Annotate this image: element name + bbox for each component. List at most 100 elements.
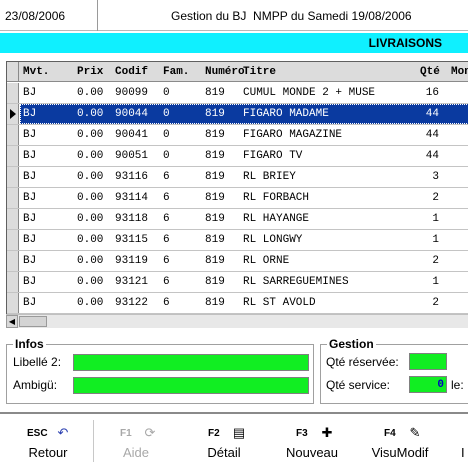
- row-indicator[interactable]: [7, 188, 19, 208]
- column-header-prix[interactable]: Prix: [77, 66, 103, 78]
- retour-label: Retour: [28, 445, 68, 460]
- column-header-mon[interactable]: Mon: [451, 66, 468, 78]
- cell-codif: 93116: [115, 171, 149, 183]
- next-toolbar-button[interactable]: I: [445, 414, 468, 467]
- cell-titre: RL BRIEY: [243, 171, 296, 183]
- cell-prix: 0.00: [77, 276, 104, 288]
- table-row[interactable]: BJ 0.00 93115 6 819 RL LONGWY 1: [7, 230, 468, 251]
- cell-num: 819: [205, 108, 225, 120]
- cell-titre: FIGARO MAGAZINE: [243, 129, 343, 141]
- cell-num: 819: [205, 276, 225, 288]
- table-row[interactable]: BJ 0.00 90041 0 819 FIGARO MAGAZINE 44: [7, 125, 468, 146]
- cell-qte: 1: [432, 276, 439, 288]
- current-row-arrow-icon: [10, 109, 16, 119]
- cell-titre: RL LONGWY: [243, 234, 303, 246]
- cell-num: 819: [205, 129, 225, 141]
- qte-reservee-field[interactable]: [409, 353, 447, 370]
- retour-button[interactable]: ESC ↶ Retour: [5, 414, 91, 467]
- ambigu-field[interactable]: [73, 377, 309, 394]
- cell-qte: 3: [432, 171, 439, 183]
- cell-qte: 2: [432, 297, 439, 309]
- row-indicator[interactable]: [7, 125, 19, 145]
- deliveries-grid[interactable]: Mvt. Prix Codif Fam. Numéro Titre Qté Mo…: [6, 61, 468, 328]
- column-header-numero[interactable]: Numéro: [205, 66, 245, 78]
- cell-fam: 6: [163, 297, 170, 309]
- cell-mvt: BJ: [23, 213, 37, 225]
- column-header-mvt[interactable]: Mvt.: [23, 66, 49, 78]
- cell-qte: 2: [432, 255, 439, 267]
- column-header-codif[interactable]: Codif: [115, 66, 148, 78]
- cell-prix: 0.00: [77, 297, 104, 309]
- table-row[interactable]: BJ 0.00 93116 6 819 RL BRIEY 3: [7, 167, 468, 188]
- cell-prix: 0.00: [77, 87, 104, 99]
- cell-codif: 93118: [115, 213, 149, 225]
- row-indicator[interactable]: [7, 272, 19, 292]
- cell-mvt: BJ: [23, 234, 37, 246]
- libelle-field[interactable]: [73, 354, 309, 371]
- row-indicator-header: [7, 62, 19, 81]
- row-indicator[interactable]: [7, 293, 19, 313]
- le-label: le:: [451, 378, 464, 392]
- cell-titre: RL ORNE: [243, 255, 290, 267]
- cell-prix: 0.00: [77, 192, 104, 204]
- undo-icon: ↶: [57, 425, 69, 440]
- cell-prix: 0.00: [77, 108, 104, 120]
- cell-titre: RL ST AVOLD: [243, 297, 316, 309]
- title-separator: [97, 0, 98, 31]
- scroll-thumb[interactable]: [19, 316, 47, 327]
- new-icon: ✚: [321, 425, 333, 440]
- cell-fam: 6: [163, 276, 170, 288]
- cell-num: 819: [205, 150, 225, 162]
- cell-mvt: BJ: [23, 171, 37, 183]
- table-row[interactable]: BJ 0.00 93114 6 819 RL FORBACH 2: [7, 188, 468, 209]
- cell-codif: 90099: [115, 87, 149, 99]
- table-row[interactable]: BJ 0.00 93122 6 819 RL ST AVOLD 2: [7, 293, 468, 314]
- cell-titre: CUMUL MONDE 2 + MUSE: [243, 87, 376, 99]
- nouveau-button[interactable]: F3 ✚ Nouveau: [269, 414, 355, 467]
- qte-service-field[interactable]: 0: [409, 376, 447, 393]
- cell-num: 819: [205, 192, 225, 204]
- cell-codif: 93122: [115, 297, 149, 309]
- libelle-label: Libellé 2:: [13, 355, 62, 369]
- row-indicator[interactable]: [7, 251, 19, 271]
- cell-codif: 93121: [115, 276, 149, 288]
- cell-qte: 1: [432, 213, 439, 225]
- infos-group: Infos Libellé 2: Ambigü:: [6, 337, 314, 404]
- row-indicator[interactable]: [7, 83, 19, 103]
- column-header-titre[interactable]: Titre: [243, 66, 276, 78]
- visumodif-button[interactable]: F4 ✎ VisuModif: [357, 414, 443, 467]
- cell-prix: 0.00: [77, 150, 104, 162]
- infos-title: Infos: [13, 337, 46, 351]
- title-bar: 23/08/2006 Gestion du BJ NMPP du Samedi …: [0, 0, 468, 31]
- table-row[interactable]: BJ 0.00 93118 6 819 RL HAYANGE 1: [7, 209, 468, 230]
- detail-button[interactable]: F2 ▤ Détail: [181, 414, 267, 467]
- table-row[interactable]: BJ 0.00 90099 0 819 CUMUL MONDE 2 + MUSE 16: [7, 83, 468, 104]
- row-indicator[interactable]: [7, 104, 19, 124]
- edit-icon: ✎: [409, 425, 421, 440]
- cell-num: 819: [205, 297, 225, 309]
- table-row[interactable]: BJ 0.00 93119 6 819 RL ORNE 2: [7, 251, 468, 272]
- row-indicator[interactable]: [7, 209, 19, 229]
- row-indicator[interactable]: [7, 230, 19, 250]
- key-esc: ESC: [27, 428, 48, 439]
- grid-horizontal-scrollbar[interactable]: ◀: [6, 314, 468, 328]
- column-header-qte[interactable]: Qté: [420, 66, 440, 78]
- grid-header: Mvt. Prix Codif Fam. Numéro Titre Qté Mo…: [7, 62, 468, 82]
- cell-qte: 44: [425, 108, 439, 120]
- qte-reservee-label: Qté réservée:: [326, 355, 399, 369]
- column-header-fam[interactable]: Fam.: [163, 66, 189, 78]
- table-row[interactable]: BJ 0.00 93121 6 819 RL SARREGUEMINES 1: [7, 272, 468, 293]
- row-indicator[interactable]: [7, 146, 19, 166]
- cell-fam: 6: [163, 234, 170, 246]
- table-row[interactable]: BJ 0.00 90044 0 819 FIGARO MADAME 44: [7, 104, 468, 125]
- row-indicator[interactable]: [7, 167, 19, 187]
- section-banner: LIVRAISONS: [0, 33, 468, 53]
- cell-codif: 90044: [115, 108, 149, 120]
- aide-button[interactable]: F1 ⟳ Aide: [93, 414, 179, 467]
- scroll-left-icon[interactable]: ◀: [6, 315, 18, 328]
- cell-codif: 93119: [115, 255, 149, 267]
- cell-fam: 6: [163, 255, 170, 267]
- cell-codif: 93115: [115, 234, 149, 246]
- table-row[interactable]: BJ 0.00 90051 0 819 FIGARO TV 44: [7, 146, 468, 167]
- gestion-title: Gestion: [327, 337, 376, 351]
